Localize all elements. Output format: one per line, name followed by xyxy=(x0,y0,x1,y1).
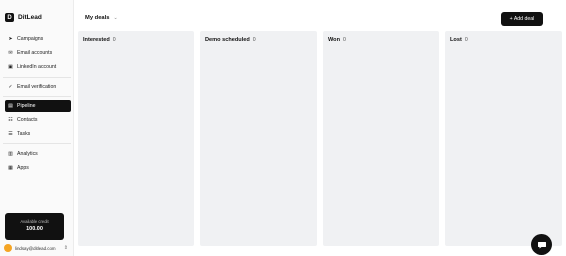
pipeline-column-lost[interactable]: Lost 0 xyxy=(445,31,562,246)
column-title: Interested xyxy=(83,37,110,43)
sidebar-item-pipeline[interactable]: ▤ Pipeline xyxy=(5,100,71,112)
logo[interactable]: D DitLead xyxy=(5,13,42,22)
column-count: 0 xyxy=(252,37,256,43)
sidebar-item-label: Tasks xyxy=(17,131,31,137)
sidebar-item-label: Email accounts xyxy=(17,50,53,56)
pipeline-column-demo-scheduled[interactable]: Demo scheduled 0 xyxy=(200,31,317,246)
avatar xyxy=(4,244,12,252)
send-icon: ➤ xyxy=(8,35,13,42)
add-deal-button[interactable]: + Add deal xyxy=(501,12,543,26)
chart-icon: ▥ xyxy=(8,150,13,157)
chat-icon xyxy=(537,241,546,248)
grid-icon: ▦ xyxy=(8,164,13,171)
sidebar-item-label: Campaigns xyxy=(17,36,44,42)
sidebar-item-apps[interactable]: ▦ Apps xyxy=(5,162,71,174)
column-count: 0 xyxy=(112,37,116,43)
sidebar-divider xyxy=(3,77,71,78)
contacts-icon: ☷ xyxy=(8,116,13,123)
sidebar-item-label: Analytics xyxy=(17,151,38,157)
column-title: Lost xyxy=(450,37,462,43)
sidebar-item-label: Contacts xyxy=(17,117,38,123)
chevron-updown-icon: ⇕ xyxy=(63,245,68,251)
sidebar-item-contacts[interactable]: ☷ Contacts xyxy=(5,114,71,126)
column-header: Demo scheduled 0 xyxy=(205,37,256,43)
linkedin-icon: ▣ xyxy=(8,63,13,70)
credit-card[interactable]: Available credit 100.00 xyxy=(5,213,64,240)
pipeline-column-interested[interactable]: Interested 0 xyxy=(78,31,194,246)
sidebar-divider xyxy=(3,143,71,144)
sidebar-divider xyxy=(3,96,71,97)
column-title: Won xyxy=(328,37,341,43)
deals-view-select[interactable]: My deals ⌄ xyxy=(85,15,118,21)
sidebar-item-tasks[interactable]: ☰ Tasks xyxy=(5,128,71,140)
chevron-down-icon: ⌄ xyxy=(113,15,118,21)
sidebar-item-email-verification[interactable]: ✓ Email verification xyxy=(5,81,71,93)
column-header: Interested 0 xyxy=(83,37,116,43)
sidebar-item-label: Apps xyxy=(17,165,29,171)
mail-icon: ✉ xyxy=(8,49,13,56)
sidebar-item-analytics[interactable]: ▥ Analytics xyxy=(5,148,71,160)
credit-value: 100.00 xyxy=(26,226,43,232)
app-name: DitLead xyxy=(18,14,42,21)
sidebar-item-email-accounts[interactable]: ✉ Email accounts xyxy=(5,47,71,59)
deals-view-label: My deals xyxy=(85,15,110,21)
sidebar-item-campaigns[interactable]: ➤ Campaigns xyxy=(5,33,71,45)
column-header: Won 0 xyxy=(328,37,346,43)
sidebar: D DitLead ➤ Campaigns ✉ Email accounts ▣… xyxy=(0,0,74,256)
kanban-icon: ▤ xyxy=(8,102,13,109)
column-count: 0 xyxy=(464,37,468,43)
column-title: Demo scheduled xyxy=(205,37,250,43)
sidebar-item-label: LinkedIn account xyxy=(17,64,57,70)
pipeline-column-won[interactable]: Won 0 xyxy=(323,31,439,246)
sidebar-item-label: Email verification xyxy=(17,84,57,90)
column-count: 0 xyxy=(343,37,346,43)
user-email: lindsay@ditlead.com xyxy=(15,245,56,251)
logo-icon: D xyxy=(5,13,14,22)
chat-support-button[interactable] xyxy=(531,234,552,255)
column-header: Lost 0 xyxy=(450,37,468,43)
sidebar-item-linkedin-account[interactable]: ▣ LinkedIn account xyxy=(5,61,71,73)
user-menu[interactable]: lindsay@ditlead.com ⇕ xyxy=(4,243,68,253)
credit-label: Available credit xyxy=(20,219,49,224)
tasks-icon: ☰ xyxy=(8,130,13,137)
check-circle-icon: ✓ xyxy=(8,83,13,90)
sidebar-item-label: Pipeline xyxy=(17,103,36,109)
